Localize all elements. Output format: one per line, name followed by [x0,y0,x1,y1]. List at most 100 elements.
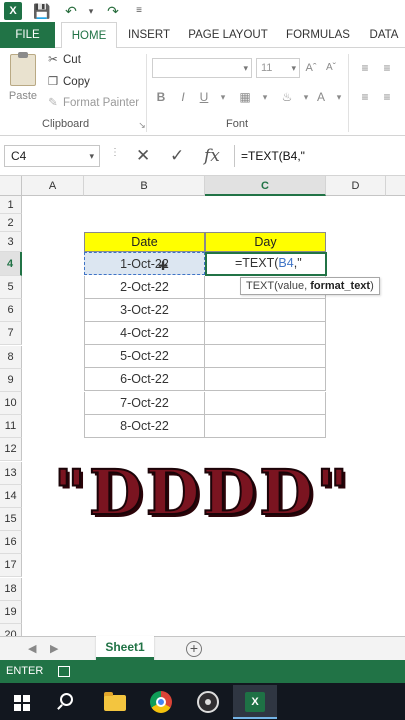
row-header-7[interactable]: 7 [0,322,22,346]
undo-dropdown-icon[interactable]: ▾ [82,2,100,20]
row-header-3[interactable]: 3 [0,232,22,252]
cell-c7[interactable] [205,322,326,345]
enter-check-icon[interactable]: ✓ [170,146,184,166]
row-header-8[interactable]: 8 [0,345,22,369]
row-header-19[interactable]: 19 [0,600,22,624]
tab-home[interactable]: HOME [61,22,117,49]
cell-b4[interactable]: 1-Oct-22 [84,252,205,275]
row-header-17[interactable]: 17 [0,554,22,578]
name-box[interactable]: C4 ▾ [4,145,100,167]
add-sheet-icon[interactable]: + [186,641,202,657]
font-size-dropdown[interactable]: 11 ▾ [256,58,300,78]
cut-label: Cut [63,54,81,66]
row-header-20[interactable]: 20 [0,624,22,636]
obs-button[interactable] [186,685,230,719]
align-middle-icon[interactable]: ≡ [378,59,396,77]
row-header-9[interactable]: 9 [0,368,22,392]
excel-taskbar-button[interactable]: X [233,685,277,719]
worksheet-grid[interactable]: A B C D 12345678910111213141516171819202… [0,176,405,636]
redo-icon[interactable]: ↷ [104,2,122,20]
underline-button[interactable]: U [195,88,213,106]
borders-icon[interactable]: ▦ [236,88,254,106]
tab-formulas[interactable]: FORMULAS [281,22,355,48]
start-button[interactable] [0,685,44,719]
copy-button[interactable]: ❐ Copy [46,73,90,91]
cut-button[interactable]: ✂ Cut [46,51,81,69]
column-header-d[interactable]: D [326,176,386,196]
font-color-icon[interactable]: A [312,88,330,106]
align-top-icon[interactable]: ≡ [356,59,374,77]
cell-c11[interactable] [205,415,326,438]
row-header-1[interactable]: 1 [0,196,22,214]
decrease-font-icon[interactable]: Aˇ [322,59,340,77]
fill-color-icon[interactable]: ♨ [278,88,296,106]
brush-icon: ✎ [48,97,58,109]
formula-input[interactable]: =TEXT(B4," [234,145,405,167]
cell-b10[interactable]: 7-Oct-22 [84,392,205,415]
tab-file[interactable]: FILE [0,22,55,48]
row-header-11[interactable]: 11 [0,415,22,439]
format-painter-button[interactable]: ✎ Format Painter [46,94,139,112]
cell-b8[interactable]: 5-Oct-22 [84,345,205,368]
cell-c8[interactable] [205,345,326,368]
cell-c4-active[interactable]: =TEXT(B4," [205,252,327,276]
paste-button[interactable]: Paste [6,52,40,102]
align-left-icon[interactable]: ≡ [356,88,374,106]
cell-c10[interactable] [205,392,326,415]
cell-b11[interactable]: 8-Oct-22 [84,415,205,438]
tab-insert[interactable]: INSERT [123,22,175,48]
font-name-dropdown[interactable]: ▾ [152,58,252,78]
copy-icon: ❐ [47,76,59,88]
save-icon[interactable]: 💾 [33,2,51,20]
row-header-2[interactable]: 2 [0,214,22,232]
row-header-10[interactable]: 10 [0,392,22,415]
cell-b3-date-header[interactable]: Date [84,232,205,252]
cell-b7[interactable]: 4-Oct-22 [84,322,205,345]
cell-b9[interactable]: 6-Oct-22 [84,368,205,391]
sheet-prev-icon[interactable]: ◀ [28,637,36,661]
row-header-6[interactable]: 6 [0,299,22,323]
row-header-18[interactable]: 18 [0,577,22,601]
cell-c9[interactable] [205,368,326,391]
bold-button[interactable]: B [152,88,170,106]
column-header-a[interactable]: A [22,176,84,196]
windows-taskbar: X [0,683,405,720]
paste-label: Paste [8,90,38,102]
row-header-5[interactable]: 5 [0,276,22,299]
tab-data[interactable]: DATA [363,22,405,48]
font-color-dropdown-icon[interactable]: ▾ [330,88,348,106]
excel-logo-icon: X [4,2,22,20]
row-header-4[interactable]: 4 [0,252,22,276]
column-header-c[interactable]: C [205,176,326,196]
ribbon-home: Paste ✂ Cut ❐ Copy ✎ Format Painter Clipboa… [0,48,405,136]
cancel-icon[interactable]: ✕ [136,146,150,166]
clipboard-launcher-icon[interactable]: ↘ [133,116,151,134]
cell-b5[interactable]: 2-Oct-22 [84,276,205,299]
chrome-button[interactable] [139,685,183,719]
column-header-b[interactable]: B [84,176,205,196]
underline-dropdown-icon[interactable]: ▾ [214,88,232,106]
macro-record-icon[interactable] [58,666,70,677]
scissors-icon: ✂ [48,54,58,66]
obs-icon [197,691,219,713]
italic-button[interactable]: I [174,88,192,106]
column-header-e[interactable] [386,176,405,196]
tab-page-layout[interactable]: PAGE LAYOUT [183,22,273,48]
sheet-tab-sheet1[interactable]: Sheet1 [96,636,154,660]
sheet-next-icon[interactable]: ▶ [50,637,58,661]
customize-toolbar-icon[interactable]: ≡ [130,2,148,20]
insert-function-icon[interactable]: fx [204,146,220,166]
undo-icon[interactable]: ↶ [62,2,80,20]
search-button[interactable] [46,685,90,719]
align-center-icon[interactable]: ≡ [378,88,396,106]
file-explorer-button[interactable] [93,685,137,719]
search-icon [60,693,73,706]
select-all-corner[interactable] [0,176,22,196]
cell-b6[interactable]: 3-Oct-22 [84,299,205,322]
cell-c3-day-header[interactable]: Day [205,232,326,252]
row-header-16[interactable]: 16 [0,531,22,555]
cell-c6[interactable] [205,299,326,322]
tooltip-argument: format_text [310,280,371,292]
increase-font-icon[interactable]: Aˆ [302,59,320,77]
borders-dropdown-icon[interactable]: ▾ [256,88,274,106]
